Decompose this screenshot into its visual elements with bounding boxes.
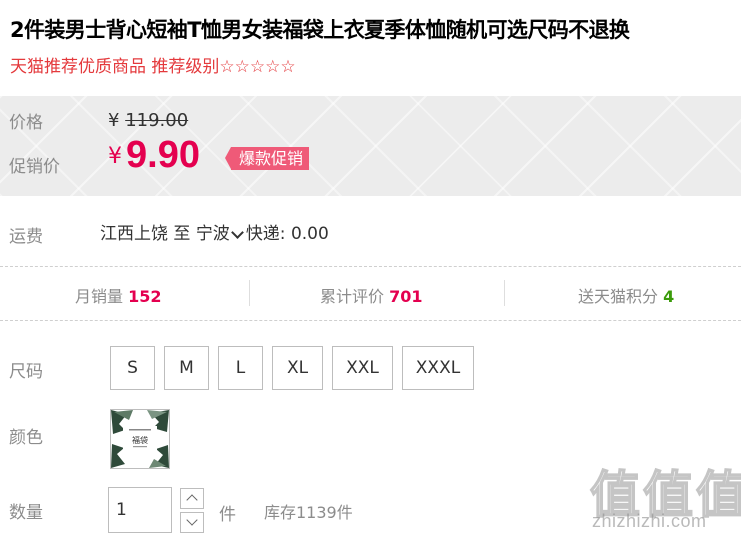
tmall-points-value: 4 xyxy=(663,287,675,306)
swatch-text: 福袋 xyxy=(132,435,148,445)
orig-price-label: 价格 xyxy=(9,113,43,133)
review-count-value: 701 xyxy=(389,287,423,306)
review-count[interactable]: 累计评价 701 xyxy=(320,283,423,307)
color-swatch-image: 福袋 xyxy=(111,410,169,468)
size-option-xxl[interactable]: XXL xyxy=(332,346,393,390)
promo-price: ¥9.90 xyxy=(108,134,200,177)
review-count-label: 累计评价 xyxy=(320,287,385,306)
stat-separator xyxy=(504,280,505,306)
promo-currency-symbol: ¥ xyxy=(108,144,122,169)
size-option-m[interactable]: M xyxy=(164,346,209,390)
quantity-unit: 件 xyxy=(219,505,236,525)
shipping-label: 运费 xyxy=(9,227,43,247)
size-option-xxxl[interactable]: XXXL xyxy=(402,346,474,390)
watermark-url: zhizhizhi.com xyxy=(592,511,707,531)
ship-to-word: 至 xyxy=(173,224,191,244)
monthly-sales-label: 月销量 xyxy=(75,287,124,306)
destination-select[interactable]: 宁波 xyxy=(196,224,246,244)
destination-value: 宁波 xyxy=(195,224,230,244)
color-option-fudai[interactable]: 福袋 xyxy=(110,409,170,469)
chevron-up-icon xyxy=(186,494,198,506)
rating-stars: ☆☆☆☆☆ xyxy=(219,57,296,77)
promo-price-label: 促销价 xyxy=(9,157,60,177)
quantity-input[interactable] xyxy=(108,487,172,533)
ship-method: 快递: 0.00 xyxy=(245,224,329,244)
stat-separator xyxy=(249,280,250,306)
promo-badge: 爆款促销 xyxy=(224,147,310,170)
size-option-l[interactable]: L xyxy=(218,346,263,390)
product-subtitle: 天猫推荐优质商品 推荐级别☆☆☆☆☆ xyxy=(10,52,296,77)
quantity-increase-button[interactable] xyxy=(180,488,204,509)
chevron-down-icon xyxy=(186,514,198,526)
divider xyxy=(0,320,741,321)
chevron-down-icon xyxy=(230,225,244,239)
monthly-sales: 月销量 152 xyxy=(75,283,162,307)
size-label: 尺码 xyxy=(9,362,43,382)
ship-from: 江西上饶 xyxy=(100,224,168,244)
tmall-points: 送天猫积分 4 xyxy=(578,283,674,307)
price-panel: 价格 ¥ 119.00 促销价 ¥9.90 爆款促销 xyxy=(0,96,741,196)
divider xyxy=(0,266,741,267)
recommend-text: 天猫推荐优质商品 推荐级别 xyxy=(10,57,220,77)
quantity-decrease-button[interactable] xyxy=(180,512,204,533)
stock-count: 库存1139件 xyxy=(264,503,353,522)
orig-price-value: 119.00 xyxy=(125,110,189,131)
stats-bar: 月销量 152 累计评价 701 送天猫积分 4 xyxy=(0,268,741,320)
shipping-info: 江西上饶 至 宁波 快递: 0.00 xyxy=(100,219,329,244)
monthly-sales-value: 152 xyxy=(128,287,162,306)
promo-price-value: 9.90 xyxy=(126,134,200,176)
orig-price: ¥ 119.00 xyxy=(108,110,188,131)
size-option-xl[interactable]: XL xyxy=(272,346,323,390)
shipping-row: 运费 江西上饶 至 宁波 快递: 0.00 xyxy=(0,212,741,252)
product-title: 2件装男士背心短袖T恤男女装福袋上衣夏季体恤随机可选尺码不退换 xyxy=(10,18,630,42)
quantity-label: 数量 xyxy=(9,503,43,523)
size-option-s[interactable]: S xyxy=(110,346,155,390)
currency-symbol: ¥ xyxy=(108,110,120,131)
color-label: 颜色 xyxy=(9,428,43,448)
tmall-points-label: 送天猫积分 xyxy=(578,287,659,306)
